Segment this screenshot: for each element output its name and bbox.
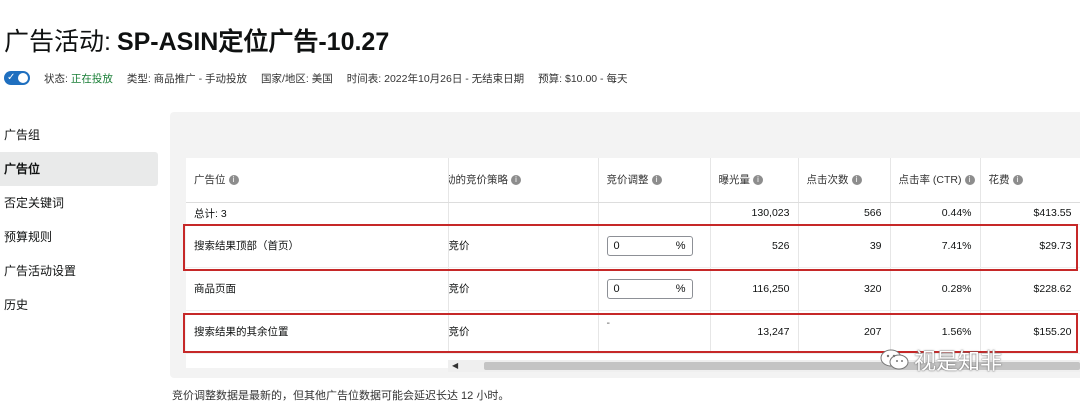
info-icon[interactable]: i (651, 175, 662, 186)
ctr-value: 7.41% (890, 224, 981, 268)
placements-panel: 广告位i 活动的竞价策略i 竞价调整i 曝光量i 点击次数i 点击率 (CTR)… (170, 112, 1080, 378)
campaign-name: SP-ASIN定位广告-10.27 (116, 28, 390, 56)
column-header-spend[interactable]: 花费 i (980, 158, 1080, 203)
placements-table-wrapper: 广告位i 活动的竞价策略i 竞价调整i 曝光量i 点击次数i 点击率 (CTR)… (186, 158, 1080, 368)
placement-name: 商品页面 (186, 267, 449, 311)
info-icon[interactable]: i (851, 175, 862, 186)
page-title-prefix: 广告活动: (4, 28, 111, 56)
impressions-value: 13,247 (710, 310, 799, 354)
check-icon: ✓ (7, 72, 16, 83)
status-meta: 状态: 正在投放 (44, 71, 113, 86)
sidebar-item-negative-keywords[interactable]: 否定关键词 (0, 186, 158, 220)
status-toggle[interactable]: ✓ (4, 71, 30, 85)
ctr-value: 0.28% (890, 267, 981, 311)
spend-value: $228.62 (980, 267, 1080, 311)
column-header-bid-adjustment[interactable]: 竞价调整 i (598, 158, 711, 203)
country-meta: 国家/地区: 美国 (261, 72, 333, 85)
sidebar-item-history[interactable]: 历史 (0, 288, 158, 322)
bid-adjustment-input[interactable]: 0% (606, 278, 693, 299)
total-ctr: 0.44% (890, 202, 981, 225)
wechat-icon (880, 349, 909, 370)
clicks-value: 320 (798, 267, 891, 311)
bid-strategy: 竞价 (448, 224, 599, 268)
sidebar-nav: 广告组 广告位 否定关键词 预算规则 广告活动设置 历史 (0, 118, 158, 322)
bid-strategy: 竞价 (448, 267, 599, 311)
spend-value: $29.73 (980, 224, 1080, 268)
sidebar-item-placements[interactable]: 广告位 (0, 152, 158, 186)
table-row: 商品页面 竞价 0% 116,250 320 0.28% $228.62 (186, 267, 1080, 311)
info-icon[interactable]: i (753, 175, 763, 186)
table-row: 搜索结果顶部（首页） 竞价 0% 526 39 7.41% $29.73 (186, 224, 1080, 268)
sidebar-item-ad-groups[interactable]: 广告组 (0, 118, 158, 152)
data-delay-note: 竞价调整数据是最新的，但其他广告位数据可能会延迟长达 12 小时。 (172, 390, 510, 402)
bid-adjustment-input[interactable]: 0% (606, 235, 693, 256)
status-label: 状态: (44, 72, 68, 85)
percent-unit: % (675, 239, 686, 252)
info-icon[interactable]: i (1012, 175, 1023, 186)
total-row: 总计: 3 130,023 566 0.44% $413.55 (186, 202, 1080, 225)
sidebar-item-budget-rules[interactable]: 预算规则 (0, 220, 158, 254)
total-clicks: 566 (798, 202, 891, 225)
sidebar-item-campaign-settings[interactable]: 广告活动设置 (0, 254, 158, 288)
column-header-placement[interactable]: 广告位 i (186, 158, 449, 203)
info-icon[interactable]: i (964, 175, 975, 186)
page-title: 广告活动: SP-ASIN定位广告-10.27 (4, 22, 389, 58)
campaign-meta: ✓ 状态: 正在投放 类型: 商品推广 - 手动投放 国家/地区: 美国 时间表… (4, 70, 641, 86)
schedule-meta: 时间表: 2022年10月26日 - 无结束日期 (346, 72, 525, 85)
total-label: 总计: 3 (186, 202, 449, 225)
placement-name: 搜索结果的其余位置 (186, 310, 449, 354)
impressions-value: 116,250 (710, 267, 799, 311)
scroll-left-icon[interactable]: ◀ (452, 361, 458, 370)
bid-strategy: 竞价 (448, 310, 599, 354)
info-icon[interactable]: i (511, 175, 521, 186)
impressions-value: 526 (710, 224, 799, 268)
type-meta: 类型: 商品推广 - 手动投放 (126, 72, 248, 85)
column-header-clicks[interactable]: 点击次数 i (798, 158, 891, 203)
bid-adjustment-empty: - (606, 316, 611, 329)
placement-name: 搜索结果顶部（首页） (186, 224, 449, 268)
clicks-value: 207 (798, 310, 891, 354)
placements-table: 广告位i 活动的竞价策略i 竞价调整i 曝光量i 点击次数i 点击率 (CTR)… (186, 158, 1080, 354)
watermark: 视是知非 (880, 344, 1002, 376)
column-header-impressions[interactable]: 曝光量 i (710, 158, 799, 203)
status-value: 正在投放 (70, 72, 113, 85)
total-impressions: 130,023 (710, 202, 799, 225)
column-header-ctr[interactable]: 点击率 (CTR) i (890, 158, 981, 203)
watermark-text: 视是知非 (914, 349, 1003, 374)
clicks-value: 39 (798, 224, 891, 268)
budget-meta: 预算: $10.00 - 每天 (538, 72, 628, 85)
toggle-knob (18, 73, 28, 83)
total-spend: $413.55 (980, 202, 1080, 225)
percent-unit: % (675, 282, 686, 295)
table-header-row: 广告位i 活动的竞价策略i 竞价调整i 曝光量i 点击次数i 点击率 (CTR)… (186, 158, 1080, 203)
column-header-strategy[interactable]: 活动的竞价策略i (448, 158, 599, 203)
info-icon[interactable]: i (228, 175, 239, 186)
